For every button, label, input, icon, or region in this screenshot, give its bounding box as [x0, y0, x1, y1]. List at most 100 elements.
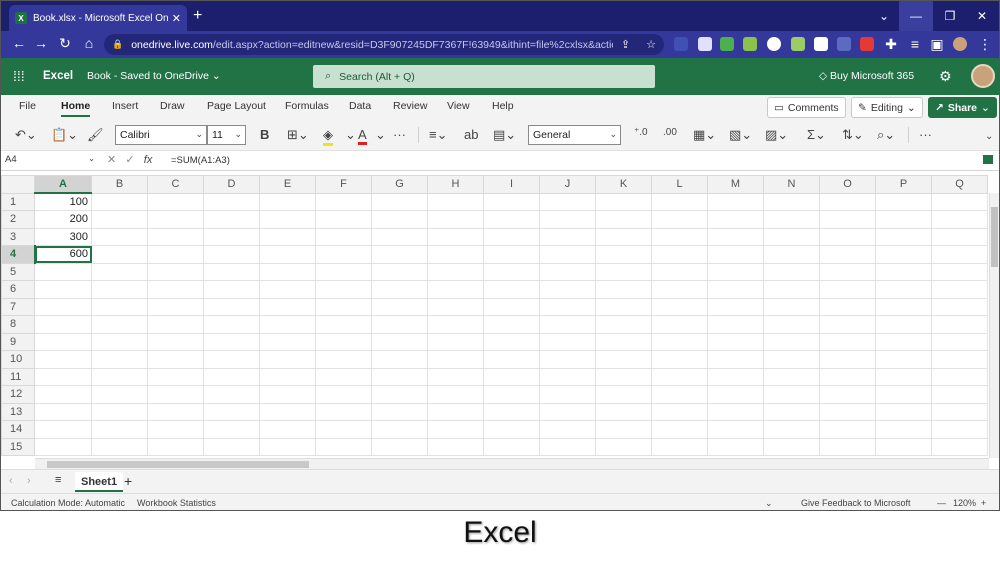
cell-g15[interactable] — [371, 437, 428, 456]
cell-e15[interactable] — [259, 437, 316, 456]
feedback-link[interactable]: Give Feedback to Microsoft — [801, 498, 911, 508]
cell-b6[interactable] — [91, 280, 148, 299]
cell-k13[interactable] — [595, 402, 652, 421]
cell-l4[interactable] — [651, 245, 708, 264]
cell-c2[interactable] — [147, 210, 204, 229]
column-header[interactable]: L — [651, 175, 708, 194]
cell-p11[interactable] — [875, 367, 932, 386]
reload-icon[interactable]: ↻ — [55, 35, 75, 52]
cell-d1[interactable] — [203, 192, 260, 211]
cell-i6[interactable] — [483, 280, 540, 299]
horizontal-scrollbar[interactable] — [35, 458, 989, 469]
cell-n13[interactable] — [763, 402, 820, 421]
cell-p15[interactable] — [875, 437, 932, 456]
cell-h13[interactable] — [427, 402, 484, 421]
cell-b15[interactable] — [91, 437, 148, 456]
cell-o7[interactable] — [819, 297, 876, 316]
cell-m4[interactable] — [707, 245, 764, 264]
back-icon[interactable]: ← — [9, 35, 29, 51]
cell-a2[interactable]: 200 — [34, 210, 92, 229]
cell-n8[interactable] — [763, 315, 820, 334]
cell-i13[interactable] — [483, 402, 540, 421]
cell-m7[interactable] — [707, 297, 764, 316]
cell-a11[interactable] — [34, 367, 92, 386]
cell-p6[interactable] — [875, 280, 932, 299]
search-input[interactable]: ⌕ Search (Alt + Q) — [313, 65, 655, 88]
home-icon[interactable]: ⌂ — [79, 35, 99, 51]
cell-l6[interactable] — [651, 280, 708, 299]
cell-k10[interactable] — [595, 350, 652, 369]
cell-f11[interactable] — [315, 367, 372, 386]
row-header[interactable]: 7 — [1, 297, 35, 316]
app-launcher-icon[interactable]: ⁞⁞⁞ — [13, 68, 25, 84]
cell-h4[interactable] — [427, 245, 484, 264]
cell-h1[interactable] — [427, 192, 484, 211]
extension-icon[interactable] — [720, 37, 734, 51]
cell-k15[interactable] — [595, 437, 652, 456]
cell-p2[interactable] — [875, 210, 932, 229]
column-header[interactable]: I — [483, 175, 540, 194]
tab-search-icon[interactable]: ⌄ — [867, 1, 901, 31]
cell-l14[interactable] — [651, 420, 708, 439]
decrease-decimal-icon[interactable]: .00 — [663, 127, 677, 138]
cell-h9[interactable] — [427, 332, 484, 351]
cell-f13[interactable] — [315, 402, 372, 421]
cell-o1[interactable] — [819, 192, 876, 211]
cell-a15[interactable] — [34, 437, 92, 456]
cell-m9[interactable] — [707, 332, 764, 351]
row-header[interactable]: 12 — [1, 385, 35, 404]
forward-icon[interactable]: → — [31, 35, 51, 51]
name-box[interactable]: A4 ⌄ — [5, 154, 97, 169]
tab-help[interactable]: Help — [492, 100, 514, 112]
column-header[interactable]: B — [91, 175, 148, 194]
cell-k5[interactable] — [595, 262, 652, 281]
cell-k14[interactable] — [595, 420, 652, 439]
cell-o11[interactable] — [819, 367, 876, 386]
undo-icon[interactable]: ↶⌄ — [15, 127, 37, 143]
cell-o6[interactable] — [819, 280, 876, 299]
tab-file[interactable]: File — [19, 100, 36, 112]
cell-o15[interactable] — [819, 437, 876, 456]
row-header[interactable]: 10 — [1, 350, 35, 369]
cell-l11[interactable] — [651, 367, 708, 386]
column-header[interactable]: H — [427, 175, 484, 194]
tab-page-layout[interactable]: Page Layout — [207, 100, 266, 112]
extension-icon[interactable] — [674, 37, 688, 51]
tab-review[interactable]: Review — [393, 100, 427, 112]
minimize-icon[interactable]: — — [899, 1, 933, 31]
cell-k2[interactable] — [595, 210, 652, 229]
side-panel-icon[interactable]: ▣ — [927, 36, 947, 53]
cell-j9[interactable] — [539, 332, 596, 351]
wrap-text-icon[interactable]: ab — [464, 127, 478, 142]
cell-q8[interactable] — [931, 315, 988, 334]
row-header[interactable]: 3 — [1, 227, 35, 246]
tab-insert[interactable]: Insert — [112, 100, 138, 112]
cell-p13[interactable] — [875, 402, 932, 421]
extension-icon[interactable] — [743, 37, 757, 51]
cell-b3[interactable] — [91, 227, 148, 246]
format-painter-icon[interactable]: 🖌 — [87, 127, 104, 143]
cell-c7[interactable] — [147, 297, 204, 316]
align-icon[interactable]: ≡⌄ — [429, 127, 447, 143]
chevron-down-icon[interactable]: ⌄ — [345, 127, 356, 143]
zoom-out-icon[interactable]: — — [937, 498, 946, 508]
cell-l13[interactable] — [651, 402, 708, 421]
chevron-down-icon[interactable]: ⌄ — [375, 127, 386, 143]
cell-q15[interactable] — [931, 437, 988, 456]
cell-c3[interactable] — [147, 227, 204, 246]
row-header[interactable]: 13 — [1, 402, 35, 421]
cell-o14[interactable] — [819, 420, 876, 439]
cell-j14[interactable] — [539, 420, 596, 439]
cell-f3[interactable] — [315, 227, 372, 246]
cell-b8[interactable] — [91, 315, 148, 334]
cell-a7[interactable] — [34, 297, 92, 316]
cell-n5[interactable] — [763, 262, 820, 281]
cell-n2[interactable] — [763, 210, 820, 229]
cell-m1[interactable] — [707, 192, 764, 211]
column-header[interactable]: C — [147, 175, 204, 194]
cell-k12[interactable] — [595, 385, 652, 404]
cell-g3[interactable] — [371, 227, 428, 246]
buy-microsoft-365-button[interactable]: ◇ Buy Microsoft 365 — [819, 70, 914, 82]
next-sheet-icon[interactable]: › — [27, 475, 31, 487]
cell-o12[interactable] — [819, 385, 876, 404]
